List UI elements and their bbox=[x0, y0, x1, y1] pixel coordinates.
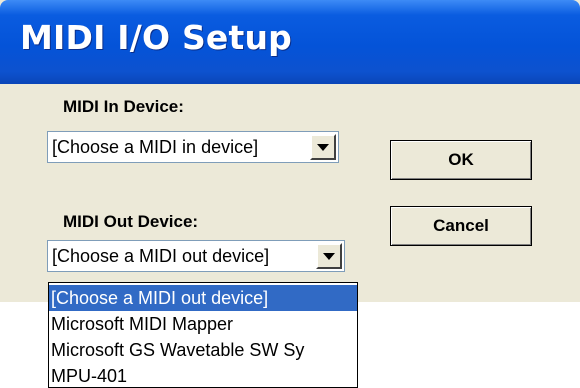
midi-in-label: MIDI In Device: bbox=[63, 97, 184, 116]
midi-out-dropdown-button[interactable] bbox=[316, 243, 342, 269]
dropdown-option[interactable]: Microsoft GS Wavetable SW Sy bbox=[49, 337, 357, 363]
midi-in-combobox[interactable]: [Choose a MIDI in device] bbox=[47, 131, 339, 163]
cancel-button[interactable]: Cancel bbox=[390, 206, 532, 246]
midi-out-label: MIDI Out Device: bbox=[63, 212, 199, 231]
midi-out-dropdown-list[interactable]: [Choose a MIDI out device] Microsoft MID… bbox=[48, 282, 358, 388]
dropdown-option[interactable]: Microsoft MIDI Mapper bbox=[49, 311, 357, 337]
window-title: MIDI I/O Setup bbox=[20, 18, 292, 57]
dropdown-option[interactable]: [Choose a MIDI out device] bbox=[49, 285, 357, 311]
midi-out-combobox[interactable]: [Choose a MIDI out device] bbox=[47, 240, 345, 272]
midi-in-value: [Choose a MIDI in device] bbox=[52, 137, 259, 157]
midi-out-value: [Choose a MIDI out device] bbox=[52, 246, 270, 266]
dropdown-option[interactable]: MPU-401 bbox=[49, 363, 357, 387]
chevron-down-icon bbox=[323, 252, 335, 260]
ok-button[interactable]: OK bbox=[390, 140, 532, 180]
chevron-down-icon bbox=[317, 143, 329, 151]
midi-in-dropdown-button[interactable] bbox=[310, 134, 336, 160]
midi-io-setup-dialog: MIDI I/O Setup MIDI In Device: [Choose a… bbox=[0, 0, 580, 302]
title-bar[interactable]: MIDI I/O Setup bbox=[0, 0, 580, 84]
